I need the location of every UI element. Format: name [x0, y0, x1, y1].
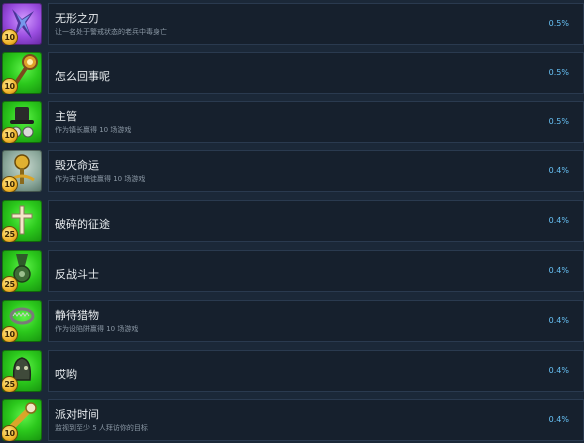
achievement-description: 作为设陷阱赢得 10 场游戏 [55, 325, 139, 333]
achievement-title: 无形之刃 [55, 12, 99, 25]
unlock-percent: 0.5% [548, 117, 569, 126]
achievement-row-panel: 静待猎物 作为设陷阱赢得 10 场游戏 0.4% [48, 300, 584, 342]
unlock-percent: 0.4% [548, 316, 569, 325]
achievement-title: 反战斗士 [55, 268, 99, 281]
points-badge: 25 [2, 226, 18, 242]
achievement-row-panel: 主管 作为镇长赢得 10 场游戏 0.5% [48, 101, 584, 143]
cross-icon: 25 [2, 200, 42, 242]
list-item: 25 反战斗士 0.4% [0, 250, 584, 294]
bear-trap-icon: 10 [2, 300, 42, 342]
list-item: 10 毁灭命运 作为末日使徒赢得 10 场游戏 0.4% [0, 150, 584, 194]
unlock-percent: 0.4% [548, 266, 569, 275]
points-badge: 10 [2, 326, 18, 342]
list-item: 10 怎么回事呢 0.5% [0, 52, 584, 96]
shuriken-icon: 10 [2, 3, 42, 45]
list-item: 25 哎哟 0.4% [0, 350, 584, 394]
scepter-icon: 10 [2, 150, 42, 192]
achievement-title: 派对时间 [55, 408, 99, 421]
unlock-percent: 0.4% [548, 216, 569, 225]
points-badge: 10 [2, 78, 18, 94]
unlock-percent: 0.4% [548, 415, 569, 424]
medal-icon: 25 [2, 250, 42, 292]
achievement-row-panel: 毁灭命运 作为末日使徒赢得 10 场游戏 0.4% [48, 150, 584, 192]
achievement-row-panel: 破碎的征途 0.4% [48, 200, 584, 242]
achievement-description: 作为末日使徒赢得 10 场游戏 [55, 175, 146, 183]
achievement-title: 毁灭命运 [55, 159, 99, 172]
top-hat-icon: 10 [2, 101, 42, 143]
unlock-percent: 0.5% [548, 19, 569, 28]
achievement-row-panel: 哎哟 0.4% [48, 350, 584, 392]
points-badge: 10 [2, 425, 18, 441]
achievement-title: 静待猎物 [55, 309, 99, 322]
unlock-percent: 0.5% [548, 68, 569, 77]
points-badge: 10 [2, 29, 18, 45]
achievement-list: 10 无形之刃 让一名处于警戒状态的老兵中毒身亡 0.5% 10 怎么回事呢 0… [0, 0, 584, 441]
list-item: 10 主管 作为镇长赢得 10 场游戏 0.5% [0, 101, 584, 145]
points-badge: 10 [2, 176, 18, 192]
achievement-title: 主管 [55, 110, 77, 123]
achievement-row-panel: 无形之刃 让一名处于警戒状态的老兵中毒身亡 0.5% [48, 3, 584, 45]
achievement-title: 哎哟 [55, 368, 77, 381]
list-item: 10 静待猎物 作为设陷阱赢得 10 场游戏 0.4% [0, 300, 584, 344]
zombie-head-icon: 25 [2, 350, 42, 392]
achievement-description: 让一名处于警戒状态的老兵中毒身亡 [55, 28, 167, 36]
unlock-percent: 0.4% [548, 166, 569, 175]
achievement-row-panel: 怎么回事呢 0.5% [48, 52, 584, 94]
achievement-title: 破碎的征途 [55, 218, 110, 231]
list-item: 10 派对时间 监视到至少 5 人拜访你的目标 0.4% [0, 399, 584, 443]
points-badge: 10 [2, 127, 18, 143]
unlock-percent: 0.4% [548, 366, 569, 375]
achievement-description: 监视到至少 5 人拜访你的目标 [55, 424, 148, 432]
list-item: 10 无形之刃 让一名处于警戒状态的老兵中毒身亡 0.5% [0, 3, 584, 47]
points-badge: 25 [2, 376, 18, 392]
achievement-row-panel: 派对时间 监视到至少 5 人拜访你的目标 0.4% [48, 399, 584, 441]
achievement-title: 怎么回事呢 [55, 70, 110, 83]
achievement-row-panel: 反战斗士 0.4% [48, 250, 584, 292]
staff-icon: 10 [2, 52, 42, 94]
spyglass-icon: 10 [2, 399, 42, 441]
list-item: 25 破碎的征途 0.4% [0, 200, 584, 244]
points-badge: 25 [2, 276, 18, 292]
achievement-description: 作为镇长赢得 10 场游戏 [55, 126, 132, 134]
